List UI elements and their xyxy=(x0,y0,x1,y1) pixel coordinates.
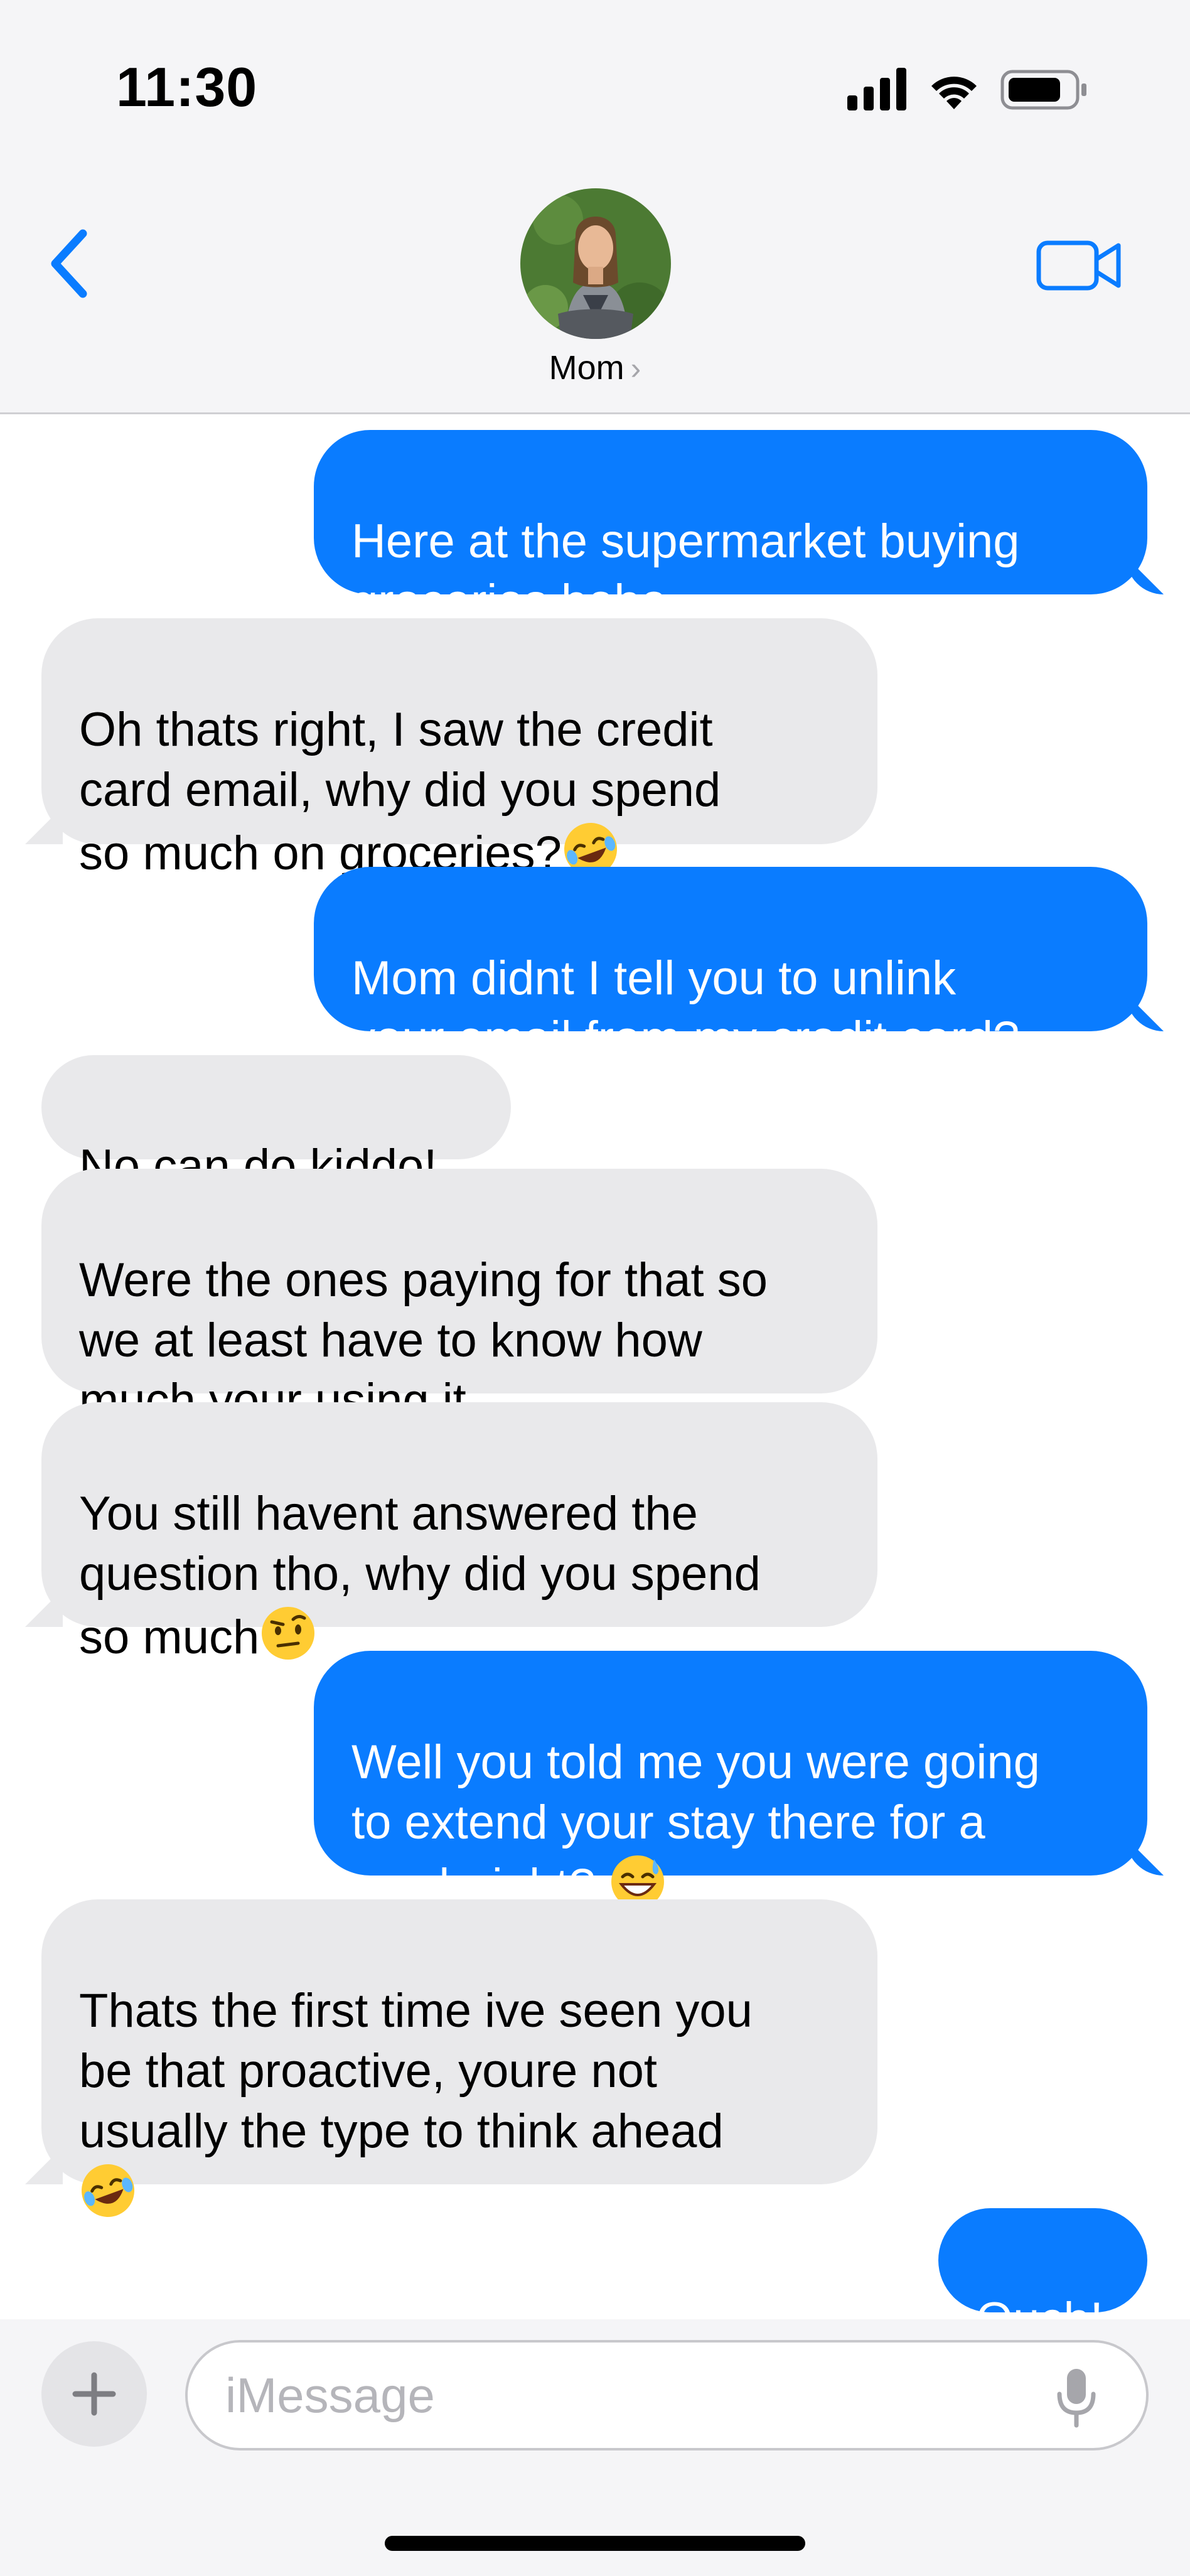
cellular-signal-icon xyxy=(847,68,906,110)
rolling-on-floor-laughing-emoji xyxy=(82,2164,134,2217)
message-bubble-outgoing[interactable]: Mom didnt I tell you to unlink your emai… xyxy=(314,867,1147,1065)
message-text: You still havent answered the question t… xyxy=(79,1487,761,1664)
chevron-right-icon: › xyxy=(630,351,641,386)
message-text: Oh thats right, I saw the credit card em… xyxy=(79,703,721,880)
message-bubble-outgoing[interactable]: Ouch! xyxy=(938,2208,1147,2346)
back-button[interactable] xyxy=(44,226,100,301)
status-time: 11:30 xyxy=(116,56,258,118)
home-indicator[interactable] xyxy=(385,2536,805,2551)
message-text: Here at the supermarket buying groceries… xyxy=(351,515,1020,628)
chevron-left-icon xyxy=(51,229,87,298)
face-with-raised-eyebrow-emoji xyxy=(262,1607,315,1660)
avatar[interactable] xyxy=(520,188,671,339)
contact-name[interactable]: Mom › xyxy=(0,348,1190,387)
message-bubble-incoming[interactable]: Were the ones paying for that so we at l… xyxy=(41,1169,877,1427)
message-text: Well you told me you were going to exten… xyxy=(351,1736,1040,1913)
plus-icon xyxy=(72,2372,116,2416)
message-text: Mom didnt I tell you to unlink your emai… xyxy=(351,952,1020,1065)
message-bubble-incoming[interactable]: You still havent answered the question t… xyxy=(41,1402,877,1664)
message-bubble-incoming[interactable]: Thats the first time ive seen you be tha… xyxy=(41,1899,877,2217)
message-text: Were the ones paying for that so we at l… xyxy=(79,1253,768,1427)
navigation-header: 11:30 Mom › xyxy=(0,0,1190,414)
message-bubble-outgoing[interactable]: Well you told me you were going to exten… xyxy=(314,1651,1147,1913)
apps-plus-button[interactable] xyxy=(41,2341,147,2447)
status-icons xyxy=(847,68,1086,110)
imessage-input[interactable] xyxy=(185,2340,1149,2450)
microphone-icon[interactable] xyxy=(1054,2366,1098,2429)
message-text: Thats the first time ive seen you be tha… xyxy=(79,1984,753,2158)
message-bubble-outgoing[interactable]: Here at the supermarket buying groceries… xyxy=(314,430,1147,628)
message-bubble-incoming[interactable]: No can do kiddo! xyxy=(41,1055,511,1193)
wifi-icon xyxy=(931,77,977,109)
video-camera-icon xyxy=(1036,240,1121,291)
battery-icon xyxy=(1000,70,1086,110)
contact-name-label: Mom xyxy=(549,349,624,387)
video-call-button[interactable] xyxy=(1036,235,1123,295)
message-bubble-incoming[interactable]: Oh thats right, I saw the credit card em… xyxy=(41,618,877,880)
